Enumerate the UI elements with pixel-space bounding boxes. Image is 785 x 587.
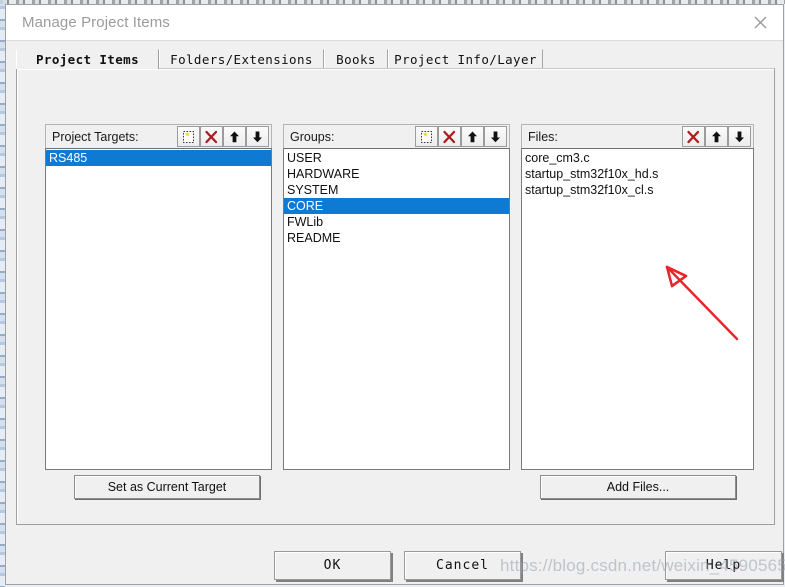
add-files-label: Add Files... bbox=[606, 480, 670, 494]
dialog-title: Manage Project Items bbox=[22, 14, 170, 31]
ok-button[interactable]: OK bbox=[274, 551, 391, 580]
list-item[interactable]: HARDWARE bbox=[284, 166, 509, 182]
tab-panel-project-items: Project Targets: RS485 Groups: USER HARD… bbox=[16, 68, 775, 525]
tab-strip: Project Items Folders/Extensions Books P… bbox=[16, 49, 776, 69]
ok-label: OK bbox=[323, 558, 342, 573]
list-item[interactable]: RS485 bbox=[46, 150, 271, 166]
project-targets-toolbar bbox=[177, 126, 269, 147]
set-as-current-target-button[interactable]: Set as Current Target bbox=[74, 475, 260, 499]
project-targets-header: Project Targets: bbox=[45, 124, 272, 148]
cancel-label: Cancel bbox=[436, 558, 489, 573]
files-listbox[interactable]: core_cm3.c startup_stm32f10x_hd.s startu… bbox=[521, 148, 754, 470]
list-item[interactable]: CORE bbox=[284, 198, 509, 214]
list-item[interactable]: SYSTEM bbox=[284, 182, 509, 198]
tab-project-items[interactable]: Project Items bbox=[16, 49, 159, 69]
project-targets-listbox[interactable]: RS485 bbox=[45, 148, 272, 470]
project-targets-label: Project Targets: bbox=[52, 129, 139, 144]
tab-folders-extensions[interactable]: Folders/Extensions bbox=[159, 49, 324, 69]
set-as-current-target-label: Set as Current Target bbox=[107, 480, 227, 494]
dialog-titlebar: Manage Project Items bbox=[6, 5, 783, 41]
files-panel: Files: core_cm3.c startup_stm32f10x_hd.s… bbox=[521, 124, 754, 470]
manage-project-items-dialog: Manage Project Items Project Items Folde… bbox=[5, 4, 785, 585]
project-targets-panel: Project Targets: RS485 bbox=[45, 124, 272, 470]
list-item[interactable]: startup_stm32f10x_cl.s bbox=[522, 182, 753, 198]
tab-books[interactable]: Books bbox=[324, 49, 388, 69]
delete-icon[interactable] bbox=[200, 126, 223, 147]
files-toolbar bbox=[682, 126, 751, 147]
move-up-icon[interactable] bbox=[223, 126, 246, 147]
files-header: Files: bbox=[521, 124, 754, 148]
tab-label: Project Items bbox=[35, 52, 140, 67]
groups-header: Groups: bbox=[283, 124, 510, 148]
tab-project-info-layer[interactable]: Project Info/Layer bbox=[388, 49, 543, 69]
add-files-button[interactable]: Add Files... bbox=[540, 475, 736, 499]
tab-label: Project Info/Layer bbox=[394, 52, 537, 67]
delete-icon[interactable] bbox=[682, 126, 705, 147]
list-item[interactable]: core_cm3.c bbox=[522, 150, 753, 166]
groups-toolbar bbox=[415, 126, 507, 147]
groups-panel: Groups: USER HARDWARE SYSTEM CORE FWLib … bbox=[283, 124, 510, 470]
delete-icon[interactable] bbox=[438, 126, 461, 147]
cancel-button[interactable]: Cancel bbox=[404, 551, 521, 580]
help-label: Help bbox=[705, 558, 742, 573]
move-down-icon[interactable] bbox=[728, 126, 751, 147]
groups-listbox[interactable]: USER HARDWARE SYSTEM CORE FWLib README bbox=[283, 148, 510, 470]
files-label: Files: bbox=[528, 129, 558, 144]
list-item[interactable]: FWLib bbox=[284, 214, 509, 230]
groups-label: Groups: bbox=[290, 129, 335, 144]
move-down-icon[interactable] bbox=[484, 126, 507, 147]
tab-label: Folders/Extensions bbox=[170, 52, 313, 67]
tab-label: Books bbox=[336, 52, 376, 67]
list-item[interactable]: README bbox=[284, 230, 509, 246]
move-up-icon[interactable] bbox=[705, 126, 728, 147]
help-button[interactable]: Help bbox=[665, 551, 782, 580]
new-item-icon[interactable] bbox=[415, 126, 438, 147]
close-icon[interactable] bbox=[737, 5, 783, 40]
list-item[interactable]: USER bbox=[284, 150, 509, 166]
move-up-icon[interactable] bbox=[461, 126, 484, 147]
new-item-icon[interactable] bbox=[177, 126, 200, 147]
move-down-icon[interactable] bbox=[246, 126, 269, 147]
list-item[interactable]: startup_stm32f10x_hd.s bbox=[522, 166, 753, 182]
